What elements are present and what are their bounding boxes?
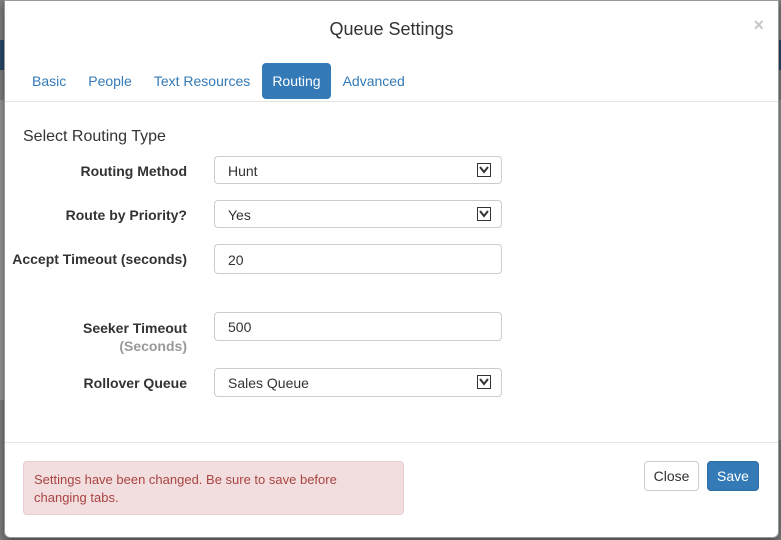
chevron-down-icon (477, 207, 491, 221)
chevron-down-icon (477, 163, 491, 177)
rollover-queue-value: Sales Queue (228, 375, 309, 391)
header-divider (5, 101, 778, 102)
route-by-priority-value: Yes (228, 207, 251, 223)
section-title: Select Routing Type (23, 128, 166, 145)
accept-timeout-input[interactable]: 20 (214, 244, 502, 274)
rollover-queue-label: Rollover Queue (83, 375, 187, 391)
tab-basic[interactable]: Basic (22, 63, 76, 99)
save-button[interactable]: Save (707, 461, 759, 491)
tab-advanced[interactable]: Advanced (333, 63, 415, 99)
accept-timeout-value: 20 (228, 252, 244, 268)
routing-method-select[interactable]: Hunt (214, 156, 502, 184)
seeker-timeout-label-text: Seeker Timeout (82, 320, 187, 336)
tab-routing[interactable]: Routing (262, 63, 331, 99)
dialog-header: Queue Settings × (5, 1, 778, 59)
route-by-priority-label: Route by Priority? (65, 207, 187, 223)
footer-divider (5, 442, 778, 443)
routing-method-value: Hunt (228, 163, 258, 179)
seeker-timeout-input[interactable]: 500 (214, 312, 502, 341)
routing-method-label: Routing Method (80, 163, 187, 179)
close-icon[interactable]: × (753, 15, 764, 35)
unsaved-changes-alert: Settings have been changed. Be sure to s… (23, 461, 404, 515)
seeker-timeout-label: Seeker Timeout (Seconds) (83, 319, 187, 355)
accept-timeout-label: Accept Timeout (seconds) (12, 251, 187, 267)
seeker-timeout-value: 500 (228, 319, 252, 335)
tab-people[interactable]: People (78, 63, 142, 99)
rollover-queue-select[interactable]: Sales Queue (214, 368, 502, 397)
dialog-title: Queue Settings (329, 19, 454, 39)
tab-text-resources[interactable]: Text Resources (144, 63, 260, 99)
seeker-timeout-sublabel: (Seconds) (119, 338, 187, 354)
queue-settings-dialog: Queue Settings × Basic People Text Resou… (4, 0, 779, 538)
tab-bar: Basic People Text Resources Routing Adva… (22, 63, 415, 99)
chevron-down-icon (477, 375, 491, 389)
route-by-priority-select[interactable]: Yes (214, 200, 502, 228)
close-button[interactable]: Close (644, 461, 699, 491)
